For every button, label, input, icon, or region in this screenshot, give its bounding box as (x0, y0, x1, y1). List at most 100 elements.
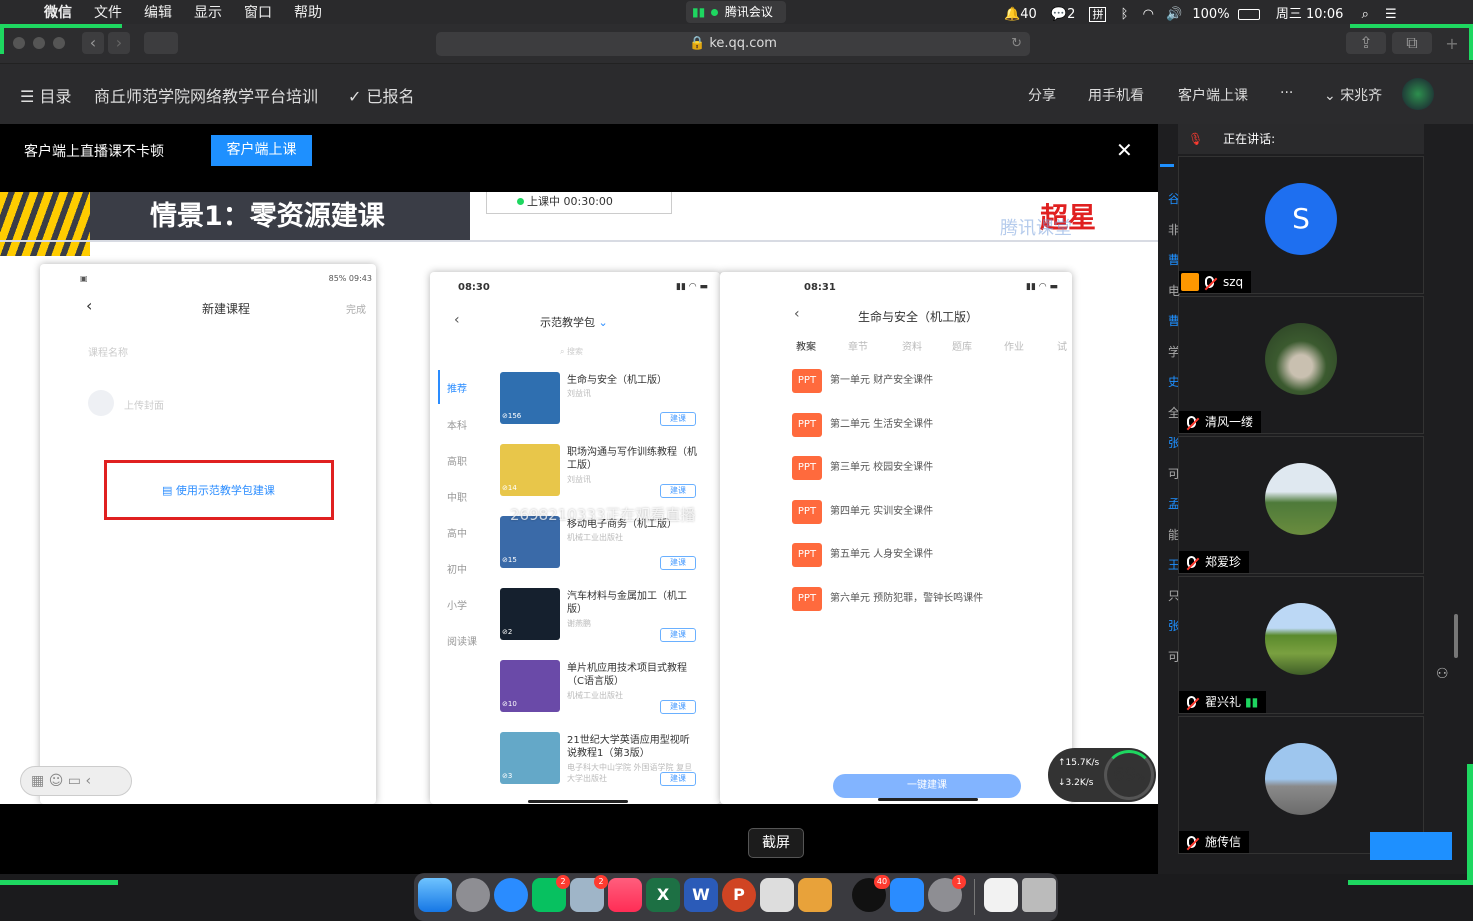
control-center-icon[interactable]: ☰ (1385, 7, 1397, 22)
new-tab-icon[interactable]: + (1442, 34, 1462, 54)
lesson-item[interactable]: PPT 第五单元 人身安全课件 (792, 543, 1052, 567)
book-item[interactable]: ⊘15 移动电子商务（机工版） 机械工业出版社 建课 (500, 516, 700, 582)
tab-chapters[interactable]: 章节 (848, 338, 868, 353)
user-menu[interactable]: ⌄ 宋兆齐 (1324, 85, 1382, 105)
tab-lesson-plans[interactable]: 教案 (796, 338, 816, 353)
back-chevron-icon[interactable]: ‹ (86, 296, 92, 315)
minimize-window-button[interactable] (33, 37, 45, 49)
back-icon[interactable]: ‹ (82, 32, 104, 54)
lesson-item[interactable]: PPT 第三单元 校园安全课件 (792, 456, 1052, 480)
powerpoint-icon[interactable]: P (722, 878, 756, 912)
live-status[interactable]: 上课中 00:30:00 (486, 192, 672, 214)
ime-icon[interactable]: 拼 (1089, 7, 1107, 22)
avatar[interactable] (1402, 78, 1434, 110)
sidebar-toggle-icon[interactable] (144, 32, 178, 54)
course-name-input[interactable]: 课程名称 (88, 344, 128, 359)
menu-window[interactable]: 窗口 (244, 2, 272, 22)
lesson-item[interactable]: PPT 第一单元 财产安全课件 (792, 369, 1052, 393)
participant-tile-qingfeng[interactable]: 清风一缕 (1178, 296, 1424, 434)
book-item[interactable]: ⊘156 生命与安全（机工版） 刘益讯 建课 (500, 372, 700, 438)
launchpad-icon[interactable] (456, 878, 490, 912)
screenshot-icon[interactable] (760, 878, 794, 912)
word-icon[interactable]: W (684, 878, 718, 912)
menu-app-name[interactable]: 微信 (44, 2, 72, 22)
wifi-icon[interactable]: ◠ (1143, 7, 1154, 22)
create-course-button[interactable]: 建课 (660, 628, 696, 642)
tab-homework[interactable]: 作业 (1004, 338, 1024, 353)
lesson-item[interactable]: PPT 第二单元 生活安全课件 (792, 412, 1052, 437)
scrollbar[interactable] (1454, 614, 1458, 658)
create-course-button[interactable]: 建课 (660, 556, 696, 570)
book-item[interactable]: ⊘3 21世纪大学英语应用型视听说教程1（第3版） 电子科大中山学院 外国语学院 复… (500, 732, 700, 798)
battery-icon[interactable] (1237, 9, 1260, 20)
participants-icon[interactable]: ⚇ (1436, 666, 1449, 682)
spotlight-search-icon[interactable]: ⌕ (1362, 7, 1369, 22)
book-item[interactable]: ⊘14 职场沟通与写作训练教程（机工版） 刘益讯 建课 (500, 444, 700, 510)
reload-icon[interactable]: ↻ (1011, 32, 1022, 56)
create-course-button[interactable]: 建课 (660, 484, 696, 498)
search-input[interactable]: ⌕ 搜索 (560, 346, 583, 357)
upload-cover-label[interactable]: 上传封面 (124, 397, 164, 412)
forward-icon[interactable]: › (108, 32, 130, 54)
more-button[interactable]: ··· (1280, 85, 1293, 101)
lesson-item[interactable]: PPT 第六单元 预防犯罪，警钟长鸣课件 (792, 586, 1052, 611)
tab-materials[interactable]: 资料 (902, 338, 922, 353)
create-course-button[interactable]: 建课 (660, 772, 696, 786)
create-course-button[interactable]: 建课 (660, 700, 696, 714)
chat-icon[interactable]: ▭ (68, 773, 81, 789)
tab-question-bank[interactable]: 题库 (952, 338, 972, 353)
safari-icon[interactable] (494, 878, 528, 912)
nav-undergraduate[interactable]: 本科 (447, 417, 467, 432)
nav-recommend[interactable]: 推荐 (447, 380, 467, 395)
lesson-item[interactable]: PPT 第四单元 实训安全课件 (792, 499, 1052, 524)
finder-icon[interactable] (418, 878, 452, 912)
share-icon[interactable]: ⇪ (1346, 32, 1386, 54)
volume-icon[interactable]: 🔊 (1166, 7, 1182, 22)
meeting-indicator[interactable]: ▮▮ 腾讯会议 (686, 1, 786, 23)
package-title[interactable]: 示范教学包 ⌄ (540, 314, 608, 330)
one-click-create-button[interactable]: 一键建课 (833, 774, 1021, 798)
emoji-icon[interactable]: ☺ (49, 773, 64, 789)
excel-icon[interactable]: X (646, 878, 680, 912)
menu-file[interactable]: 文件 (94, 2, 122, 22)
zoom-window-button[interactable] (53, 37, 65, 49)
create-course-button[interactable]: 建课 (660, 412, 696, 426)
close-icon[interactable]: ✕ (1116, 138, 1133, 162)
slide-toolbar[interactable]: ▦ ☺ ▭ ‹ (20, 766, 132, 796)
book-item[interactable]: ⊘10 单片机应用技术项目式教程（C语言版） 机械工业出版社 建课 (500, 660, 700, 726)
book-item[interactable]: ⊘2 汽车材料与金属加工（机工版） 谢燕鹏 建课 (500, 588, 700, 654)
phone-view-link[interactable]: 用手机看 (1088, 85, 1144, 105)
client-class-button[interactable]: 客户端上课 (211, 135, 312, 166)
use-package-button[interactable]: ▤ 使用示范教学包建课 (162, 482, 275, 498)
share-link[interactable]: 分享 (1028, 85, 1056, 105)
clock[interactable]: 周三 10:06 (1276, 7, 1344, 22)
wechat-tray-icon[interactable]: 💬 (1051, 7, 1067, 22)
grid-icon[interactable]: ▦ (31, 773, 44, 789)
nav-primary-school[interactable]: 小学 (447, 597, 467, 612)
nav-reading[interactable]: 阅读课 (447, 633, 477, 648)
nav-high-school[interactable]: 高中 (447, 525, 467, 540)
documents-icon[interactable] (984, 878, 1018, 912)
trash-icon[interactable] (1022, 878, 1056, 912)
nav-vocational-school[interactable]: 中职 (447, 489, 467, 504)
nav-vocational-college[interactable]: 高职 (447, 453, 467, 468)
close-window-button[interactable] (13, 37, 25, 49)
bell-icon[interactable]: 🔔 (1004, 7, 1020, 22)
sublime-icon[interactable] (798, 878, 832, 912)
participant-tile-zhai[interactable]: 翟兴礼 ▮▮ (1178, 576, 1424, 714)
participant-tile-szq[interactable]: S szq (1178, 156, 1424, 294)
client-class-link[interactable]: 客户端上课 (1178, 85, 1248, 105)
menu-edit[interactable]: 编辑 (144, 2, 172, 22)
tencent-meeting-icon[interactable] (890, 878, 924, 912)
collapse-icon[interactable]: ‹ (85, 773, 91, 789)
bluetooth-icon[interactable]: ᛒ (1121, 7, 1129, 22)
menu-help[interactable]: 帮助 (294, 2, 322, 22)
send-button[interactable] (1370, 832, 1452, 860)
tabs-overview-icon[interactable]: ⧉ (1392, 32, 1432, 54)
cover-icon[interactable] (88, 390, 114, 416)
network-speed-widget[interactable]: ↑15.7K/s ↓3.2K/s 69% (1048, 748, 1156, 802)
done-button[interactable]: 完成 (346, 301, 366, 316)
address-bar[interactable]: 🔒 ke.qq.com ↻ (436, 32, 1030, 56)
tab-exam[interactable]: 试 (1057, 338, 1067, 353)
nav-middle-school[interactable]: 初中 (447, 561, 467, 576)
